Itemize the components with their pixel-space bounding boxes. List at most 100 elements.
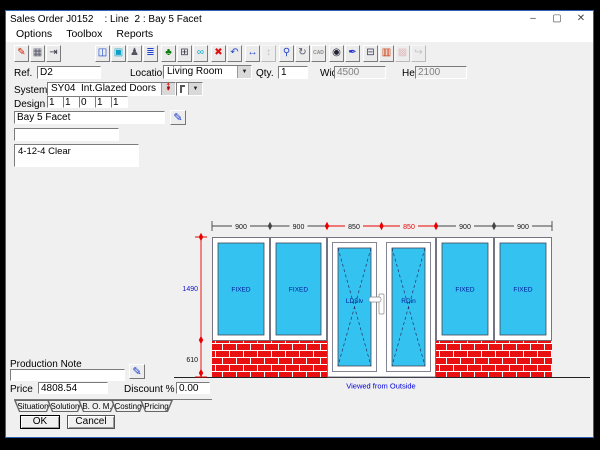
rotate-view-icon: ↻ <box>298 48 306 58</box>
zoom-button[interactable]: ⚲ <box>279 45 294 62</box>
drawing-pen-icon: ✒ <box>348 48 356 58</box>
menu-bar: Options Toolbox Reports <box>6 27 593 42</box>
cad-export-button[interactable]: CAD <box>311 45 326 62</box>
export-unavailable-button: ↪ <box>411 45 426 62</box>
chevron-down-icon[interactable]: ▼ <box>188 83 202 95</box>
system-select[interactable]: SY04 Int.Glazed Doors ▼ <box>47 82 176 96</box>
door-designer-button[interactable]: ◫ <box>95 45 110 62</box>
discount-input[interactable] <box>176 382 210 394</box>
production-note-input[interactable] <box>10 369 125 381</box>
top-dimension-line: 900 900 850 850 900 900 <box>212 221 552 231</box>
toolbar-group-6: ◉✒ <box>329 45 361 62</box>
drawing-caption: Viewed from Outside <box>346 382 415 391</box>
location-value: Living Room <box>164 66 237 78</box>
frame-style-picker[interactable]: ▼ <box>176 82 203 96</box>
door-handle-icon <box>369 297 381 302</box>
print-drawing-button[interactable]: ⊟ <box>363 45 378 62</box>
survey-sheet-button[interactable]: ≣ <box>143 45 158 62</box>
customer-details-button[interactable]: ♟ <box>127 45 142 62</box>
design-input-3[interactable] <box>79 96 96 108</box>
height-dimension-icon: ↕ <box>165 79 172 92</box>
window-title: Sales Order J0152 : Line 2 : Bay 5 Facet <box>10 14 202 25</box>
undo-button[interactable]: ↶ <box>227 45 242 62</box>
left-dimension-line: 1490 610 <box>182 233 207 377</box>
design-input-2[interactable] <box>63 96 80 108</box>
ok-button[interactable]: OK <box>20 415 60 429</box>
toolbar-group-0: ✎ ▦ ⇥ <box>14 45 62 62</box>
design-drawing[interactable]: 900 900 850 850 900 900 1490 610 <box>170 210 594 395</box>
report-unavailable-button: ▩ <box>395 45 410 62</box>
grid-view-icon: ▦ <box>33 48 42 58</box>
description-input[interactable] <box>14 111 165 124</box>
report-unavailable-icon: ▩ <box>398 48 407 58</box>
panel-label-fixed-6: FIXED <box>513 287 532 294</box>
delete-line-icon: ✖ <box>214 48 222 58</box>
frame-designer-icon: ⊞ <box>180 48 188 58</box>
toolbar-group-4: ↔↕ <box>245 45 277 62</box>
close-button[interactable]: ✕ <box>569 12 593 27</box>
conservatory-designer-button[interactable]: ♣ <box>161 45 176 62</box>
menu-toolbox[interactable]: Toolbox <box>59 27 109 42</box>
colour-palette-icon: ◉ <box>332 48 341 58</box>
search-binoculars-icon: ∞ <box>197 48 204 58</box>
dimension-horizontal-button[interactable]: ↔ <box>245 45 260 62</box>
toolbar-group-1: ◫ ▣ ♟ ≣ <box>95 45 159 62</box>
dimension-horizontal-icon: ↔ <box>248 48 258 58</box>
ref-input[interactable] <box>37 66 101 79</box>
panel-label-fixed-5: FIXED <box>455 287 474 294</box>
delete-line-button[interactable]: ✖ <box>211 45 226 62</box>
minimize-button[interactable]: – <box>521 12 545 27</box>
grid-view-button[interactable]: ▦ <box>30 45 45 62</box>
dim-900-3: 900 <box>459 224 471 231</box>
door-section <box>328 238 436 378</box>
edit-note-button[interactable]: ✎ <box>14 45 29 62</box>
maximize-button[interactable]: ▢ <box>545 12 569 27</box>
colour-palette-button[interactable]: ◉ <box>329 45 344 62</box>
door-designer-icon: ◫ <box>98 48 107 58</box>
dim-850-1: 850 <box>348 224 360 231</box>
design-label: Design <box>14 99 45 110</box>
window-controls: – ▢ ✕ <box>521 12 593 27</box>
description-edit-button[interactable]: ✎ <box>170 110 186 125</box>
customer-details-icon: ♟ <box>130 48 139 58</box>
frame-designer-button[interactable]: ⊞ <box>177 45 192 62</box>
dimension-vertical-icon: ↕ <box>266 48 271 58</box>
design-input-1[interactable] <box>47 96 64 108</box>
note-input[interactable] <box>14 128 119 141</box>
search-binoculars-button[interactable]: ∞ <box>193 45 208 62</box>
dim-900-1: 900 <box>235 224 247 231</box>
width-input <box>334 66 386 79</box>
chevron-down-icon[interactable]: ▼ <box>237 66 251 78</box>
save-drawing-icon: ▥ <box>382 48 391 58</box>
discount-label: Discount % <box>124 384 175 395</box>
title-bar[interactable]: Sales Order J0152 : Line 2 : Bay 5 Facet… <box>6 11 593 27</box>
qty-input[interactable] <box>278 66 308 79</box>
pencil-icon: ✎ <box>173 111 182 124</box>
window-designer-icon: ▣ <box>114 48 123 58</box>
menu-reports[interactable]: Reports <box>109 27 160 42</box>
design-input-4[interactable] <box>95 96 112 108</box>
design-input-5[interactable] <box>111 96 128 108</box>
dim-900-4: 900 <box>517 224 529 231</box>
drawing-pen-button[interactable]: ✒ <box>345 45 360 62</box>
toolbar-group-2: ♣ ⊞ ∞ <box>161 45 209 62</box>
panel-label-fixed-1: FIXED <box>231 287 250 294</box>
tab-strip: Situation Solution B. O. M. Costing Pric… <box>14 400 173 412</box>
toolbar-group-5: ⚲ ↻ CAD <box>279 45 327 62</box>
menu-options[interactable]: Options <box>9 27 59 42</box>
pencil-icon: ✎ <box>132 365 141 378</box>
glazing-box[interactable]: 4-12-4 Clear <box>14 144 139 167</box>
rotate-view-button[interactable]: ↻ <box>295 45 310 62</box>
production-note-edit-button[interactable]: ✎ <box>129 364 145 379</box>
save-drawing-button[interactable]: ▥ <box>379 45 394 62</box>
price-input[interactable] <box>38 382 108 394</box>
exit-door-button[interactable]: ⇥ <box>46 45 61 62</box>
tab-pricing[interactable]: Pricing <box>140 400 173 412</box>
system-label: System <box>14 85 47 96</box>
cancel-button[interactable]: Cancel <box>67 415 115 429</box>
screen-background: Sales Order J0152 : Line 2 : Bay 5 Facet… <box>0 0 600 450</box>
location-select[interactable]: Living Room ▼ <box>163 65 252 79</box>
dim-900-2: 900 <box>293 224 305 231</box>
print-drawing-icon: ⊟ <box>366 48 374 58</box>
window-designer-button[interactable]: ▣ <box>111 45 126 62</box>
